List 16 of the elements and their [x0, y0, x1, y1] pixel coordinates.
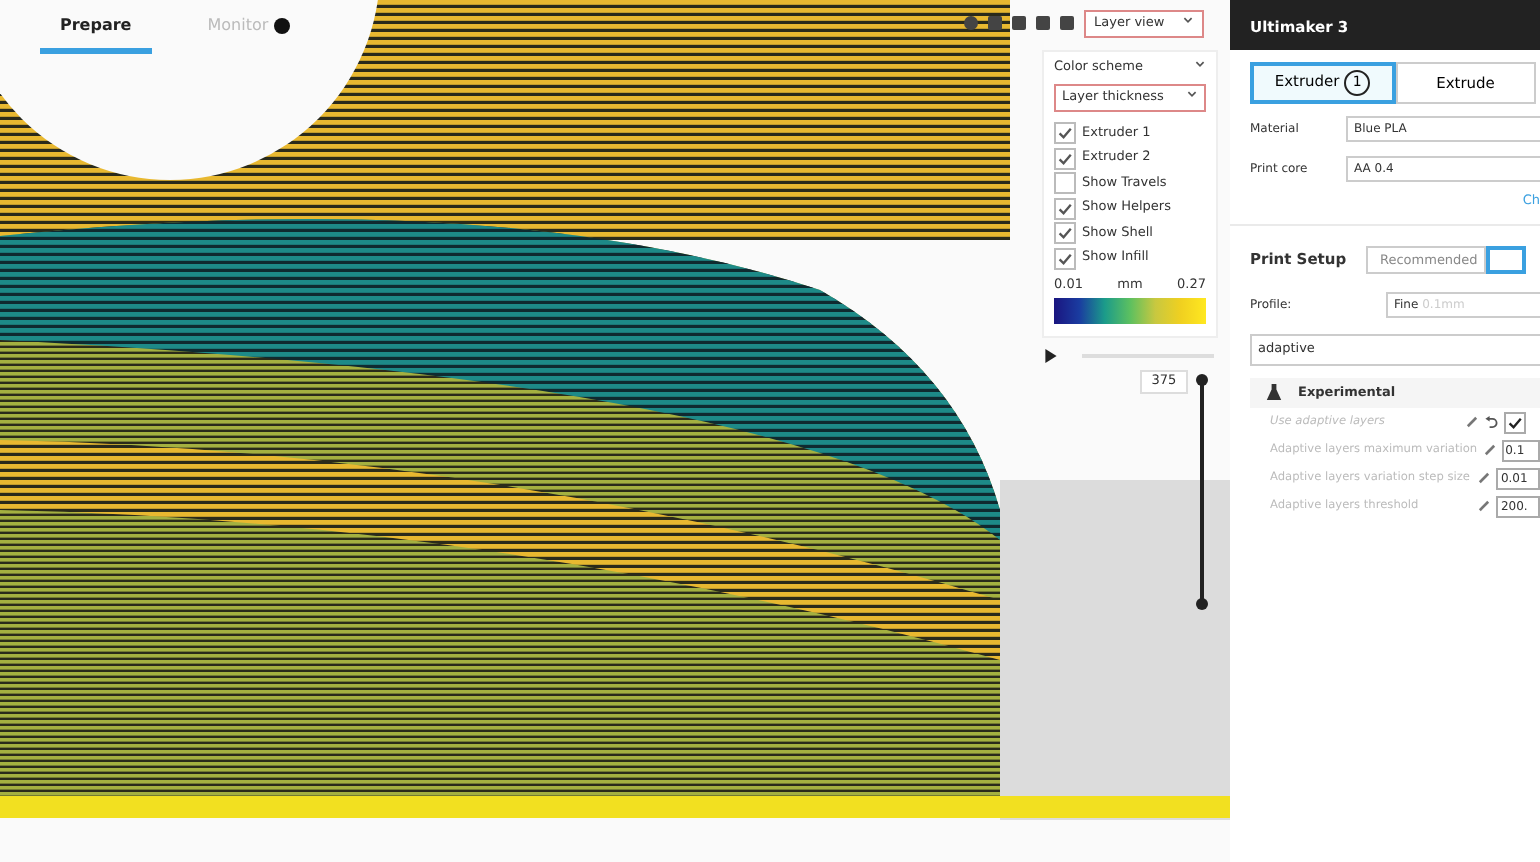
checkbox[interactable]	[1054, 247, 1076, 270]
flask-icon	[1266, 383, 1282, 399]
reset-icon[interactable]	[1484, 415, 1498, 430]
play-icon[interactable]	[1044, 348, 1058, 364]
checkbox[interactable]	[1054, 122, 1076, 145]
checkbox[interactable]	[1054, 147, 1076, 170]
tab[interactable]: Prepare	[40, 0, 152, 54]
caret-icon	[1186, 87, 1198, 100]
collapse-icon[interactable]	[1194, 58, 1206, 70]
caret-icon	[1182, 14, 1194, 26]
upper-slider-handle[interactable]	[1196, 374, 1208, 386]
checkbox[interactable]	[1054, 222, 1076, 245]
checkbox[interactable]	[1054, 172, 1076, 195]
checkbox[interactable]	[1054, 197, 1076, 220]
setting-checkbox[interactable]	[1504, 411, 1526, 434]
mode-button[interactable]	[1486, 245, 1526, 274]
